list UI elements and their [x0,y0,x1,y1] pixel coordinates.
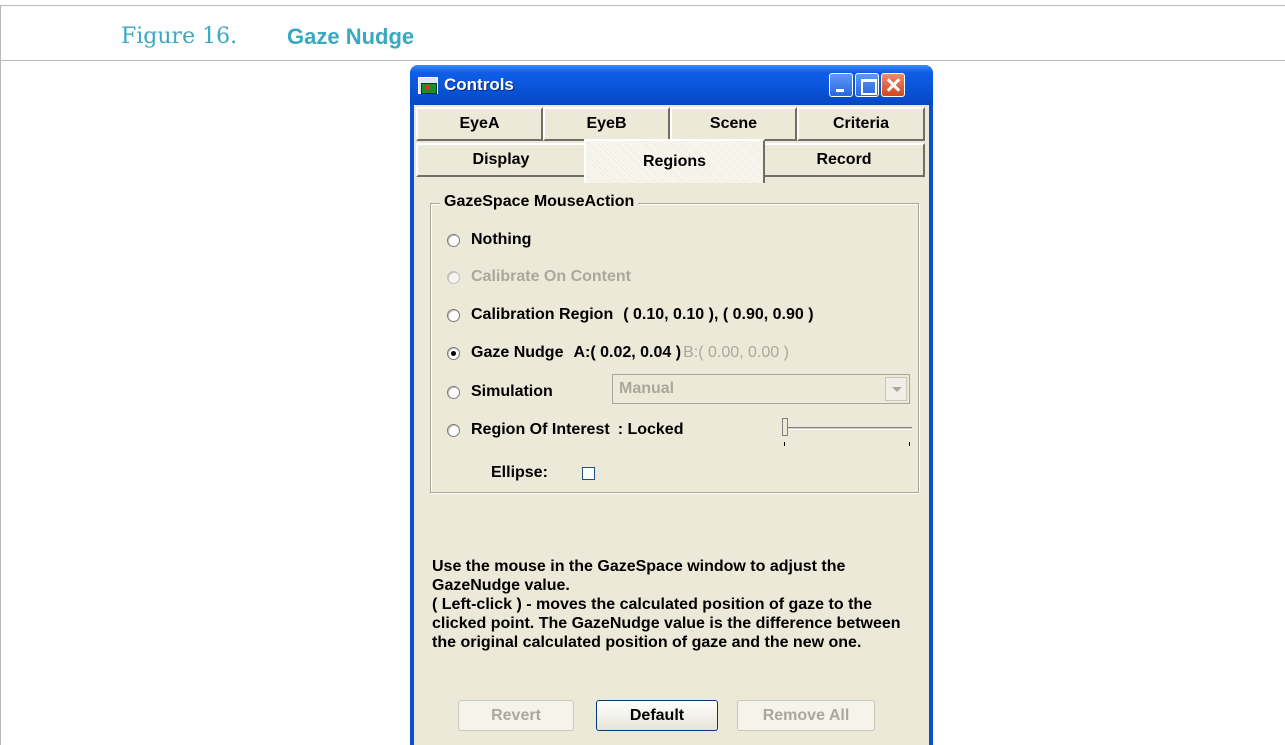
radio-button[interactable] [447,346,460,360]
window-client-area: EyeA EyeB Scene Criteria Display Record … [414,105,929,745]
ellipse-checkbox[interactable] [582,467,595,480]
radio-calibration-region[interactable]: Calibration Region ( 0.10, 0.10 ), ( 0.9… [447,303,814,327]
tab-label: Display [472,151,530,168]
default-button[interactable]: Default [596,700,718,731]
slider-tick [784,442,785,446]
radio-simulation[interactable]: Simulation [447,380,553,404]
radio-label: Nothing [471,231,532,248]
tab-display[interactable]: Display [416,143,586,177]
gaze-nudge-a-value: A:( 0.02, 0.04 ) [573,344,682,361]
calibration-region-values: ( 0.10, 0.10 ), ( 0.90, 0.90 ) [623,306,814,323]
ellipse-label: Ellipse: [491,461,548,485]
radio-button[interactable] [447,308,460,322]
radio-nothing[interactable]: Nothing [447,228,531,252]
figure-title: Gaze Nudge [287,24,415,49]
radio-label: Calibrate On Content [471,268,632,285]
tab-label: Record [816,151,872,168]
slider-tick [909,442,910,446]
simulation-dropdown: Manual [612,374,910,404]
close-button[interactable] [881,73,905,97]
tab-label: Criteria [832,115,890,132]
region-of-interest-state: : Locked [617,421,684,438]
tab-label: Scene [709,115,758,132]
chevron-down-icon [885,377,907,401]
groupbox-title: GazeSpace MouseAction [440,193,639,211]
radio-button [447,270,460,284]
maximize-button[interactable] [855,73,879,97]
radio-label: Simulation [471,383,553,400]
tab-scene[interactable]: Scene [670,107,797,141]
radio-button[interactable] [447,385,460,399]
window-title: Controls [444,75,514,94]
help-text: Use the mouse in the GazeSpace window to… [432,557,922,652]
minimize-button[interactable] [829,73,853,97]
gaze-nudge-b-value: B:( 0.00, 0.00 ) [683,344,789,361]
roi-slider-thumb[interactable] [782,418,788,436]
tab-label: EyeA [459,115,500,132]
title-bar[interactable]: Controls [410,65,933,105]
document-top-rule [0,5,1285,6]
radio-button[interactable] [447,423,460,437]
document-caption-rule [0,60,1285,61]
radio-gaze-nudge[interactable]: Gaze Nudge A:( 0.02, 0.04 ) B:( 0.00, 0.… [447,341,789,365]
tab-label: Regions [642,153,707,170]
controls-app-icon[interactable] [418,77,438,94]
figure-number: Figure 16. [121,24,238,49]
tab-criteria[interactable]: Criteria [797,107,925,141]
help-line-2: ( Left-click ) - moves the calculated po… [432,596,901,651]
roi-slider-track[interactable] [786,427,912,430]
tab-eyea[interactable]: EyeA [416,107,543,141]
radio-region-of-interest[interactable]: Region Of Interest : Locked [447,418,683,442]
controls-window: Controls EyeA EyeB Scene Criteria Displa… [410,65,933,745]
document-left-rule [0,5,1,745]
tab-label: EyeB [586,115,627,132]
tab-record[interactable]: Record [763,143,925,177]
radio-calibrate-on-content: Calibrate On Content [447,265,631,289]
radio-label: Gaze Nudge [471,344,564,361]
revert-button[interactable]: Revert [458,700,574,731]
remove-all-button[interactable]: Remove All [737,700,875,731]
tab-eyeb[interactable]: EyeB [543,107,670,141]
help-line-1: Use the mouse in the GazeSpace window to… [432,558,846,594]
radio-label: Region Of Interest [471,421,610,438]
simulation-dropdown-value: Manual [619,380,675,397]
ellipse-label-text: Ellipse: [491,464,548,481]
radio-label: Calibration Region [471,306,614,323]
radio-button[interactable] [447,233,460,247]
tab-regions[interactable]: Regions [584,139,765,183]
